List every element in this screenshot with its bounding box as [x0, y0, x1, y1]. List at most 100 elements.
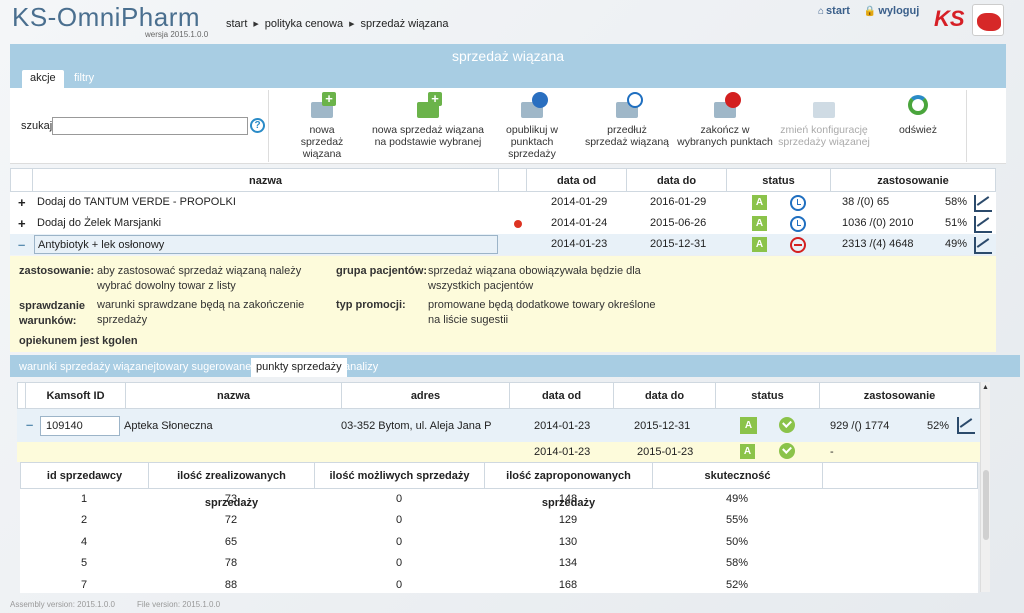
- row-to: 2015-12-31: [634, 420, 691, 432]
- col-possible[interactable]: ilość możliwych sprzedaży: [315, 463, 485, 488]
- chevron-right-icon: ▶: [349, 21, 355, 28]
- publish-button[interactable]: opublikuj w punktach sprzedaży: [486, 92, 578, 160]
- tab-akcje[interactable]: akcje: [22, 70, 64, 88]
- check-icon: [779, 443, 795, 459]
- col-nazwa[interactable]: nazwa: [33, 169, 499, 191]
- table-subrow[interactable]: 2014-01-23 2015-01-23 A -: [17, 442, 980, 462]
- table-row[interactable]: 1 73 0 148 49%: [20, 489, 978, 510]
- breadcrumb-pricing[interactable]: polityka cenowa: [265, 18, 343, 30]
- col-proposed[interactable]: ilość zaproponowanych sprzedaży: [485, 463, 653, 509]
- chart-icon[interactable]: [972, 215, 992, 233]
- refresh-icon: [904, 92, 932, 120]
- table-row[interactable]: 4 65 0 130 50%: [20, 532, 978, 553]
- action-tabs: akcje filtry: [10, 70, 1006, 88]
- config-icon: [810, 92, 838, 120]
- pharmacy-name: Apteka Słoneczna: [124, 420, 213, 432]
- col-status[interactable]: status: [716, 383, 820, 408]
- row-to: 2015-12-31: [650, 238, 707, 250]
- table-row[interactable]: 5 78 0 134 58%: [20, 553, 978, 574]
- row-usage: 38 /(0) 65: [842, 196, 890, 208]
- table-row[interactable]: + Dodaj do TANTUM VERDE - PROPOLKI 2014-…: [10, 192, 996, 213]
- owner-text: opiekunem jest kgolen: [19, 335, 138, 347]
- scroll-up-icon[interactable]: ▲: [982, 384, 989, 391]
- check-conditions-value: warunki sprawdzane będą na zakończenie s…: [97, 299, 305, 326]
- patient-group-label: grupa pacjentów:: [336, 265, 428, 277]
- expand-icon[interactable]: +: [18, 213, 26, 234]
- row-pct: 52%: [927, 420, 950, 432]
- active-badge: A: [752, 216, 767, 231]
- col-zastosowanie[interactable]: zastosowanie: [820, 383, 979, 408]
- active-badge: A: [752, 237, 767, 252]
- breadcrumb: start ▶ polityka cenowa ▶ sprzedaż wiąza…: [226, 18, 449, 30]
- col-data-od[interactable]: data od: [510, 383, 614, 408]
- pharmacy-address: 03-352 Bytom, ul. Aleja Jana Paw: [341, 420, 491, 432]
- new-bundle-button[interactable]: + nowa sprzedaż wiązana: [280, 92, 364, 160]
- table-row[interactable]: + Dodaj do Żelek Marsjanki 2014-01-24 20…: [10, 213, 996, 234]
- logout-link[interactable]: 🔒 wyloguj: [864, 5, 919, 17]
- tab-points-of-sale[interactable]: punkty sprzedaży: [251, 358, 347, 377]
- new-from-selected-button[interactable]: + nowa sprzedaż wiązana na podstawie wyb…: [368, 92, 488, 148]
- toolbar-divider: [966, 90, 967, 162]
- chevron-right-icon: ▶: [253, 21, 259, 28]
- col-adres[interactable]: adres: [342, 383, 510, 408]
- detail-tabs: warunki sprzedaży wiązanej towary sugero…: [10, 355, 1020, 377]
- col-kamsoft-id[interactable]: Kamsoft ID: [26, 383, 126, 408]
- bundle-detail-panel: zastosowanie: aby zastosować sprzedaż wi…: [10, 256, 996, 352]
- row-from: 2014-01-23: [534, 446, 591, 458]
- toolbar: szukaj ? + nowa sprzedaż wiązana + nowa …: [10, 88, 1006, 164]
- col-zastosowanie[interactable]: zastosowanie: [831, 169, 995, 191]
- col-data-do[interactable]: data do: [614, 383, 716, 408]
- chart-icon[interactable]: [972, 236, 992, 254]
- tab-filtry[interactable]: filtry: [66, 70, 102, 88]
- collapse-icon[interactable]: –: [26, 414, 33, 436]
- col-status[interactable]: status: [727, 169, 831, 191]
- breadcrumb-start[interactable]: start: [226, 18, 247, 30]
- toolbar-divider: [268, 90, 269, 162]
- row-from: 2014-01-23: [551, 238, 608, 250]
- table-row[interactable]: 2 72 0 129 55%: [20, 510, 978, 531]
- change-config-button[interactable]: zmień konfigurację sprzedaży wiązanej: [776, 92, 872, 148]
- home-icon: ⌂: [818, 6, 825, 17]
- tab-analysis[interactable]: analizy: [339, 358, 383, 377]
- assembly-version: Assembly version: 2015.1.0.0: [10, 600, 115, 609]
- active-badge: A: [740, 444, 755, 459]
- scrollbar-thumb[interactable]: [983, 470, 989, 540]
- active-badge: A: [740, 417, 757, 434]
- copy-bundle-icon: +: [414, 92, 442, 120]
- col-realized[interactable]: ilość zrealizowanych sprzedaży: [149, 463, 315, 509]
- row-usage: -: [830, 446, 834, 458]
- col-seller-id[interactable]: id sprzedawcy: [21, 463, 149, 488]
- search-input[interactable]: [52, 117, 248, 135]
- app-logo: KS-OmniPharm: [12, 2, 201, 32]
- col-nazwa[interactable]: nazwa: [126, 383, 342, 408]
- usage-value: aby zastosować sprzedaż wiązaną należy w…: [97, 265, 302, 292]
- chart-icon[interactable]: [955, 416, 975, 434]
- start-link[interactable]: ⌂ start: [818, 5, 850, 17]
- app-header: KS-OmniPharm wersja 2015.1.0.0 start ▶ p…: [0, 0, 1024, 44]
- clock-icon: [790, 195, 806, 211]
- help-icon[interactable]: ?: [250, 118, 265, 133]
- tab-conditions[interactable]: warunki sprzedaży wiązanej: [14, 358, 161, 377]
- table-row-selected[interactable]: – 109140 Apteka Słoneczna 03-352 Bytom, …: [17, 409, 980, 442]
- row-to: 2016-01-29: [650, 196, 707, 208]
- table-row-selected[interactable]: – Antybiotyk + lek osłonowy 2014-01-23 2…: [10, 234, 996, 255]
- table-row[interactable]: 7 88 0 168 52%: [20, 575, 978, 596]
- extend-button[interactable]: przedłuż sprzedaż wiązaną: [584, 92, 670, 148]
- tab-suggested-products[interactable]: towary sugerowane: [151, 358, 256, 377]
- active-badge: A: [752, 195, 767, 210]
- refresh-button[interactable]: odśwież: [890, 92, 946, 136]
- table-header: nazwa data od data do status zastosowani…: [10, 168, 996, 192]
- promotion-type-label: typ promocji:: [336, 299, 406, 311]
- collapse-icon[interactable]: –: [18, 234, 25, 255]
- row-to: 2015-06-26: [650, 217, 707, 229]
- extend-clock-icon: [613, 92, 643, 120]
- col-data-od[interactable]: data od: [527, 169, 627, 191]
- check-icon: [779, 417, 795, 433]
- chart-icon[interactable]: [972, 194, 992, 212]
- row-name: Dodaj do Żelek Marsjanki: [37, 217, 162, 229]
- expand-icon[interactable]: +: [18, 192, 26, 213]
- end-button[interactable]: zakończ w wybranych punktach: [676, 92, 774, 148]
- col-data-do[interactable]: data do: [627, 169, 727, 191]
- col-effectiveness[interactable]: skuteczność: [653, 463, 823, 488]
- row-usage: 929 /() 1774: [830, 420, 890, 432]
